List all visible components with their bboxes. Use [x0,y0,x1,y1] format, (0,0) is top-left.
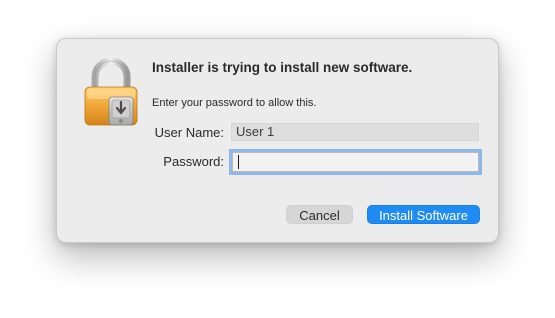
password-label: Password: [163,154,224,169]
text-caret [238,155,239,169]
username-label: User Name: [154,125,224,140]
cancel-button[interactable]: Cancel [286,205,353,224]
auth-dialog: Installer is trying to install new softw… [56,38,499,243]
dialog-message: Enter your password to allow this. [152,97,317,109]
install-software-button[interactable]: Install Software [367,205,480,224]
username-field[interactable]: User 1 [231,123,479,141]
lock-icon [83,57,139,127]
dialog-title: Installer is trying to install new softw… [152,60,413,75]
password-field[interactable] [229,149,482,175]
